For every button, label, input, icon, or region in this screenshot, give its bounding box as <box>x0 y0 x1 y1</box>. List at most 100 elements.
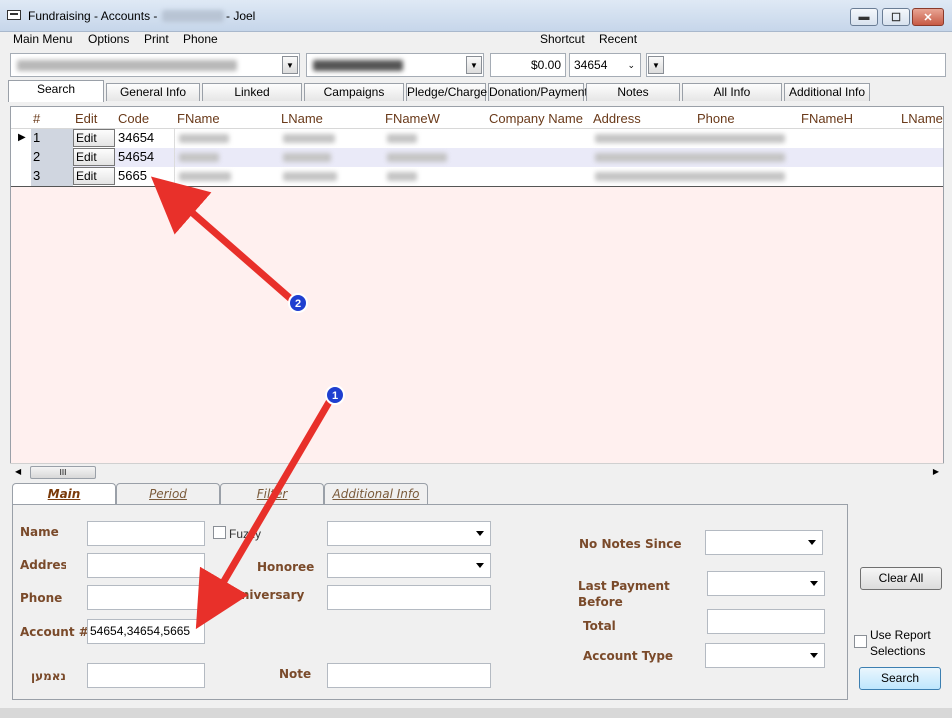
tab-pledge-charge[interactable]: Pledge/Charge <box>406 83 487 101</box>
phone-input[interactable] <box>87 585 205 610</box>
table-row[interactable]: 2 Edit 54654 <box>11 148 943 167</box>
last-payment-label: Last Payment <box>578 579 670 593</box>
last-payment-select[interactable] <box>707 571 825 596</box>
name-type-select[interactable] <box>327 521 491 546</box>
hebrew-name-input[interactable] <box>87 663 205 688</box>
menu-recent[interactable]: Recent <box>599 32 637 46</box>
table-row[interactable]: ▶ 1 Edit 34654 <box>11 129 943 148</box>
anniversary-input[interactable] <box>327 585 491 610</box>
menu-options[interactable]: Options <box>88 32 129 46</box>
redacted-title <box>162 10 224 22</box>
total-label: Total <box>583 619 616 633</box>
honoree-select[interactable] <box>327 553 491 578</box>
tab-general-info[interactable]: General Info <box>106 83 200 101</box>
tab-notes[interactable]: Notes <box>586 83 680 101</box>
name-label: Name <box>20 525 59 539</box>
redacted-fname <box>179 172 231 181</box>
tab-additional-info[interactable]: Additional Info <box>784 83 870 101</box>
filter-tab-filter[interactable]: Filter <box>220 483 324 504</box>
redacted-value <box>17 60 237 71</box>
edit-button[interactable]: Edit <box>73 129 115 147</box>
balance-field: $0.00 <box>490 53 566 77</box>
filter-tab-period[interactable]: Period <box>116 483 220 504</box>
tab-campaigns[interactable]: Campaigns <box>304 83 404 101</box>
chevron-down-icon[interactable]: ▼ <box>466 56 482 74</box>
edit-button[interactable]: Edit <box>73 167 115 185</box>
chevron-down-icon[interactable] <box>810 581 818 586</box>
row-number: 2 <box>33 149 41 164</box>
account-code-field[interactable]: 34654 ⌄ <box>569 53 641 77</box>
menu-phone[interactable]: Phone <box>183 32 218 46</box>
col-header-code[interactable]: Code <box>118 111 149 126</box>
scroll-left-icon[interactable]: ◀ <box>15 467 21 476</box>
account-type-label: Account Type <box>583 649 674 663</box>
col-header-fname[interactable]: FName <box>177 111 220 126</box>
redacted-fnamew <box>387 153 447 162</box>
account-number-input[interactable]: 54654,34654,5665 <box>87 619 205 644</box>
close-button[interactable]: ✕ <box>912 8 944 26</box>
toolbar: ▼ ▼ $0.00 34654 ⌄ ▼ <box>0 50 952 80</box>
redacted-address-phone <box>595 172 785 181</box>
use-report-checkbox[interactable] <box>854 635 867 648</box>
tab-all-info[interactable]: All Info <box>682 83 782 101</box>
col-header-edit[interactable]: Edit <box>75 111 97 126</box>
col-header-company[interactable]: Company Name <box>489 111 583 126</box>
no-notes-since-label: No Notes Since <box>579 537 682 551</box>
clear-all-button[interactable]: Clear All <box>860 567 942 590</box>
row-number-cell: 3 <box>31 167 73 186</box>
chevron-down-icon[interactable] <box>808 540 816 545</box>
fuzzy-label: Fuzzy <box>229 527 262 541</box>
scroll-right-icon[interactable]: ▶ <box>933 467 939 476</box>
filter-tab-additional-info[interactable]: Additional Info <box>324 483 428 504</box>
account-name-combo[interactable]: ▼ <box>10 53 300 77</box>
total-input[interactable] <box>707 609 825 634</box>
address-input[interactable] <box>87 553 205 578</box>
menu-print[interactable]: Print <box>144 32 169 46</box>
menu-shortcut[interactable]: Shortcut <box>540 32 585 46</box>
note-input[interactable] <box>327 663 491 688</box>
row-selector[interactable]: ▶ <box>11 129 31 148</box>
search-button[interactable]: Search <box>859 667 941 690</box>
name-input[interactable] <box>87 521 205 546</box>
col-header-lname[interactable]: LName <box>281 111 323 126</box>
edit-button[interactable]: Edit <box>73 148 115 166</box>
col-header-fnameh[interactable]: FNameH <box>801 111 853 126</box>
anniversary-label: Anniversary <box>223 588 305 602</box>
chevron-down-icon[interactable] <box>810 653 818 658</box>
row-selector[interactable] <box>11 167 31 186</box>
taskbar-strip <box>0 708 952 718</box>
minimize-button[interactable]: ▬ <box>850 8 878 26</box>
col-header-fnamew[interactable]: FNameW <box>385 111 440 126</box>
redacted-fname <box>179 134 229 143</box>
shortcut-combo[interactable]: ▼ <box>646 53 946 77</box>
chevron-down-icon[interactable] <box>476 531 484 536</box>
row-number: 3 <box>33 168 41 183</box>
chevron-down-icon[interactable]: ▼ <box>648 56 664 74</box>
redacted-fnamew <box>387 134 417 143</box>
tab-donation-payment[interactable]: Donation/Payment <box>488 83 588 101</box>
col-header-phone[interactable]: Phone <box>697 111 735 126</box>
chevron-down-icon[interactable] <box>476 563 484 568</box>
fuzzy-checkbox[interactable] <box>213 526 226 539</box>
menu-main[interactable]: Main Menu <box>13 32 72 46</box>
tab-linked[interactable]: Linked <box>202 83 302 101</box>
col-header-address[interactable]: Address <box>593 111 641 126</box>
scroll-thumb[interactable]: III <box>30 466 96 479</box>
grid-horizontal-scrollbar[interactable]: ◀ III ▶ <box>10 463 944 480</box>
maximize-button[interactable]: ☐ <box>882 8 910 26</box>
table-row[interactable]: 3 Edit 5665 <box>11 167 943 186</box>
filter-tab-main[interactable]: Main <box>12 483 116 505</box>
col-header-number[interactable]: # <box>33 111 40 126</box>
redacted-value <box>313 60 403 71</box>
chevron-down-icon[interactable]: ⌄ <box>627 54 635 76</box>
honoree-label: Honoree <box>257 560 315 574</box>
account-type-select[interactable] <box>705 643 825 668</box>
account-address-combo[interactable]: ▼ <box>306 53 484 77</box>
col-header-lnameh[interactable]: LNameH <box>901 111 943 126</box>
grid-bottom-border <box>11 186 943 187</box>
no-notes-since-select[interactable] <box>705 530 823 555</box>
chevron-down-icon[interactable]: ▼ <box>282 56 298 74</box>
tab-search[interactable]: Search <box>8 80 104 102</box>
redacted-address-phone <box>595 153 785 162</box>
row-selector[interactable] <box>11 148 31 167</box>
